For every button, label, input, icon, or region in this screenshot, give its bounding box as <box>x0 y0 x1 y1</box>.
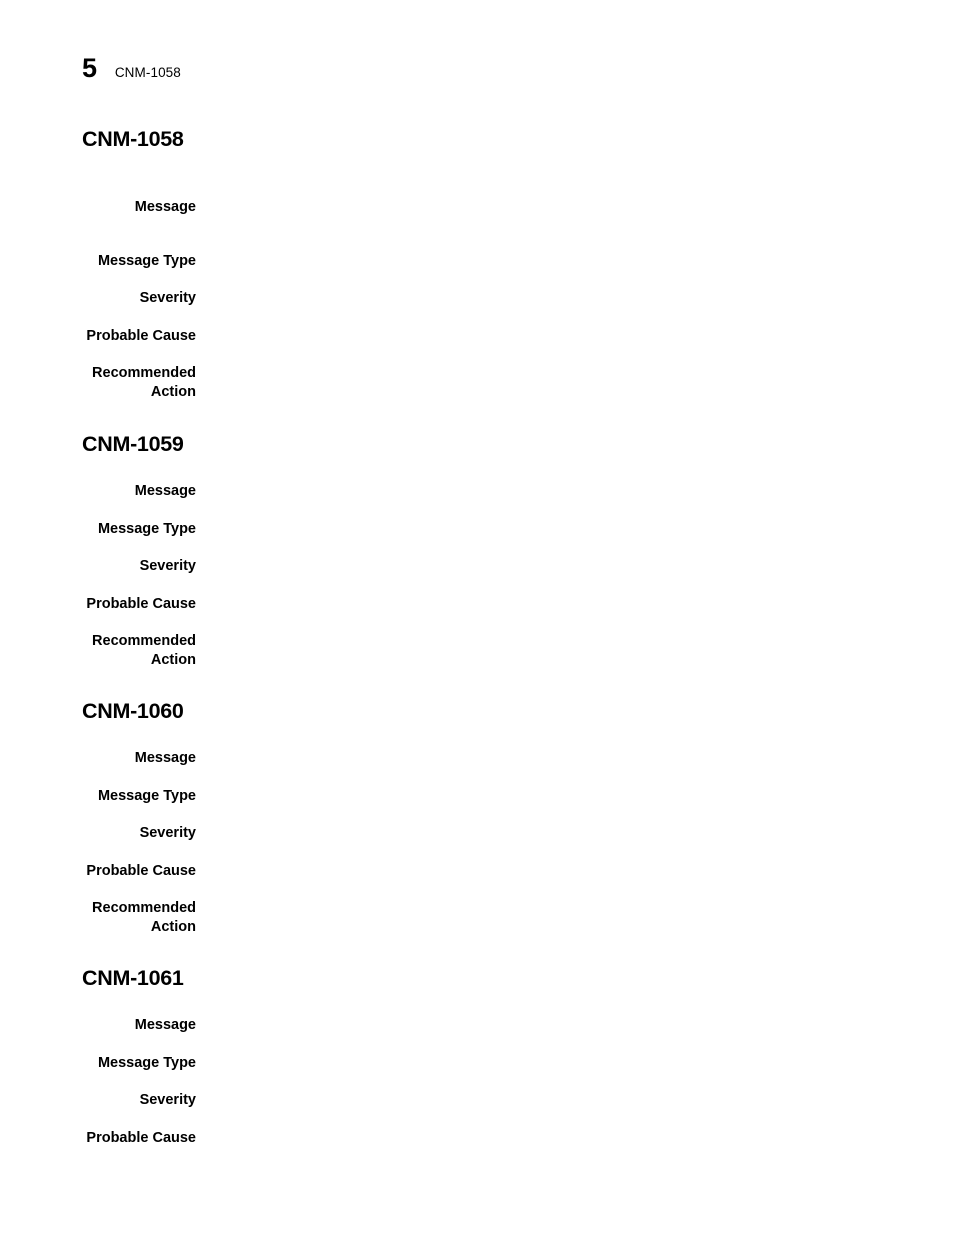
field-value <box>196 538 954 576</box>
field-label: Message Type <box>97 520 196 537</box>
field-label: Recommended Action <box>92 633 196 668</box>
field-label: Probable Cause <box>86 327 196 344</box>
field-value <box>196 768 954 806</box>
field-row: Message Type <box>0 1035 954 1073</box>
field-value <box>196 457 954 501</box>
field-row: Message Type <box>0 768 954 806</box>
field-value <box>196 345 954 401</box>
field-label: Probable Cause <box>86 1129 196 1146</box>
field-label: Message Type <box>97 787 196 804</box>
field-value <box>196 724 954 768</box>
field-table: Message Message Type Severity Probable Caus… <box>0 724 954 936</box>
section-heading: CNM-1060 <box>82 699 184 723</box>
field-label: Message <box>134 483 196 499</box>
field-value <box>196 1110 954 1148</box>
section-heading: CNM-1058 <box>82 127 184 151</box>
field-value <box>196 576 954 614</box>
field-value <box>196 843 954 881</box>
field-label: Severity <box>139 1092 196 1108</box>
field-label: Message Type <box>97 252 196 269</box>
field-value <box>196 1035 954 1073</box>
field-row: Message <box>0 991 954 1035</box>
field-row: Recommended Action <box>0 345 954 401</box>
field-row: Severity <box>0 1072 954 1110</box>
message-section: CNM-1058 Message Message Type Severity Proba… <box>0 126 954 401</box>
field-value <box>196 501 954 539</box>
document-page: 5 CNM-1058 CNM-1058 Message Message Type Se… <box>0 0 954 1235</box>
field-value <box>196 880 954 936</box>
page-running-header: 5 CNM-1058 <box>82 55 181 82</box>
field-row: Severity <box>0 805 954 843</box>
field-row: Probable Cause <box>0 1110 954 1148</box>
field-label: Probable Cause <box>86 862 196 879</box>
field-label: Message <box>134 1017 196 1033</box>
field-label: Message <box>134 750 196 766</box>
message-section: CNM-1060 Message Message Type Severity Proba… <box>0 698 954 936</box>
field-label: Message Type <box>97 1054 196 1071</box>
field-label: Severity <box>139 290 196 306</box>
field-row: Message <box>0 457 954 501</box>
field-label: Recommended Action <box>92 900 196 935</box>
field-label: Severity <box>139 558 196 574</box>
section-heading: CNM-1061 <box>82 966 184 990</box>
field-value <box>196 805 954 843</box>
field-row: Severity <box>0 538 954 576</box>
field-value <box>196 152 954 217</box>
field-label: Severity <box>139 825 196 841</box>
field-row: Probable Cause <box>0 843 954 881</box>
field-value <box>196 1072 954 1110</box>
field-label: Recommended Action <box>92 365 196 400</box>
field-row: Message Type <box>0 217 954 271</box>
message-section: CNM-1061 Message Message Type Severity Proba… <box>0 965 954 1147</box>
field-row: Probable Cause <box>0 576 954 614</box>
page-content: CNM-1058 Message Message Type Severity Proba… <box>0 126 954 1147</box>
field-label: Message <box>134 199 196 215</box>
field-value <box>196 270 954 308</box>
field-row: Message <box>0 152 954 217</box>
section-heading: CNM-1059 <box>82 432 184 456</box>
field-value <box>196 217 954 271</box>
field-table: Message Message Type Severity Probable Caus… <box>0 991 954 1147</box>
field-row: Message <box>0 724 954 768</box>
field-table: Message Message Type Severity Probable Caus… <box>0 457 954 669</box>
field-row: Recommended Action <box>0 613 954 669</box>
field-label: Probable Cause <box>86 595 196 612</box>
field-value <box>196 308 954 346</box>
field-value <box>196 613 954 669</box>
field-row: Severity <box>0 270 954 308</box>
message-section: CNM-1059 Message Message Type Severity Proba… <box>0 431 954 669</box>
field-value <box>196 991 954 1035</box>
field-row: Probable Cause <box>0 308 954 346</box>
field-row: Message Type <box>0 501 954 539</box>
field-row: Recommended Action <box>0 880 954 936</box>
field-table: Message Message Type Severity Probable Caus… <box>0 152 954 401</box>
running-head-title: CNM-1058 <box>114 65 181 80</box>
chapter-number: 5 <box>82 53 97 83</box>
